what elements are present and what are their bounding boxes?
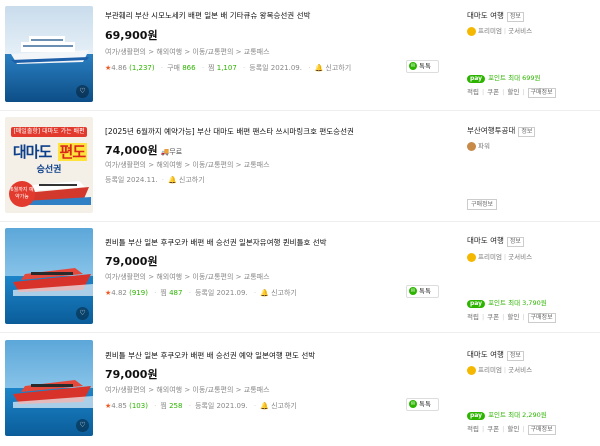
talk-button[interactable]: ✉ 톡톡 <box>406 285 439 298</box>
seller-info-button[interactable]: 정보 <box>506 237 524 247</box>
npay-point: pay 포인트 최대 2,290원 <box>467 409 547 420</box>
npay-point: pay 포인트 최대 699원 <box>467 72 541 83</box>
product-row: ♡ 부관훼리 부산 시모노세키 배편 일본 배 기타큐슈 왕복승선권 선박 69… <box>0 0 600 111</box>
seller-grade: 프리미엄 | 굿서비스 <box>467 364 532 375</box>
heart-icon[interactable]: ♡ <box>76 419 89 432</box>
seller-grade: 파워 <box>467 140 490 151</box>
product-thumbnail[interactable]: [매일출항] 대마도 가는 배편 대마도 편도 승선권 6월까지 예약가능 <box>5 117 93 213</box>
product-row: [매일출항] 대마도 가는 배편 대마도 편도 승선권 6월까지 예약가능 [2… <box>0 111 600 222</box>
ferry-image <box>13 380 93 408</box>
product-title[interactable]: 퀸비틀 부산 일본 후쿠오카 배편 배 승선권 예약 일본여행 편도 선박 <box>105 350 315 361</box>
product-meta: ★4.85 (103) · 찜 258 · 등록일 2021.09. · 🔔 신고하기 <box>105 402 297 410</box>
seller-grade: 프리미엄 | 굿서비스 <box>467 25 532 36</box>
benefit-links[interactable]: 적립 | 쿠폰 | 할인 | 구매정보 <box>467 423 556 435</box>
category-path: 여가/생활편의 > 해외여행 > 이동/교통편의 > 교통패스 <box>105 48 270 56</box>
product-row: ♡ 퀸비틀 부산 일본 후쿠오카 배편 배 승선권 일본자유여행 퀸비틀호 선박… <box>0 222 600 333</box>
product-price: 79,000원 <box>105 255 158 268</box>
product-title[interactable]: 퀸비틀 부산 일본 후쿠오카 배편 배 승선권 일본자유여행 퀸비틀호 선박 <box>105 237 327 248</box>
product-meta: 등록일 2024.11. · 🔔 신고하기 <box>105 176 205 184</box>
product-meta: ★4.82 (919) · 찜 487 · 등록일 2021.09. · 🔔 신고하기 <box>105 289 297 297</box>
product-title[interactable]: [2025년 6월까지 예약가능] 부산 대마도 배편 팬스타 쓰시마링크호 편… <box>105 126 354 137</box>
chat-icon: ✉ <box>409 287 417 295</box>
review-count: (103) <box>129 402 148 410</box>
product-row: ♡ 퀸비틀 부산 일본 후쿠오카 배편 배 승선권 예약 일본여행 편도 선박 … <box>0 334 600 445</box>
medal-icon <box>467 252 476 262</box>
heart-icon[interactable]: ♡ <box>76 85 89 98</box>
product-thumbnail[interactable]: ♡ <box>5 228 93 324</box>
report-link[interactable]: 🔔 신고하기 <box>260 289 297 297</box>
promo-title: 대마도 편도 <box>12 143 88 161</box>
seller-info-button[interactable]: 정보 <box>506 351 524 361</box>
product-thumbnail[interactable]: ♡ <box>5 340 93 436</box>
chat-icon: ✉ <box>409 400 417 408</box>
product-title[interactable]: 부관훼리 부산 시모노세키 배편 일본 배 기타큐슈 왕복승선권 선박 <box>105 10 310 21</box>
ferry-image <box>13 268 93 296</box>
seller-grade: 프리미엄 | 굿서비스 <box>467 251 532 262</box>
seller-name[interactable]: 부산여행투공대 정보 <box>467 125 536 137</box>
medal-icon <box>467 141 476 151</box>
category-path: 여가/생활편의 > 해외여행 > 이동/교통편의 > 교통패스 <box>105 386 270 394</box>
review-count: (1,237) <box>129 64 155 72</box>
report-link[interactable]: 🔔 신고하기 <box>260 402 297 410</box>
promo-stamp: 6월까지 예약가능 <box>9 181 35 207</box>
report-link[interactable]: 🔔 신고하기 <box>314 64 351 72</box>
seller-name[interactable]: 대마도 여행 정보 <box>467 349 524 361</box>
ferry-image <box>11 36 89 64</box>
benefit-links[interactable]: 적립 | 쿠폰 | 할인 | 구매정보 <box>467 86 556 98</box>
medal-icon <box>467 365 476 375</box>
npay-point: pay 포인트 최대 3,790원 <box>467 297 547 308</box>
talk-button[interactable]: ✉ 톡톡 <box>406 60 439 73</box>
benefit-links[interactable]: 적립 | 쿠폰 | 할인 | 구매정보 <box>467 311 556 323</box>
talk-button[interactable]: ✉ 톡톡 <box>406 398 439 411</box>
seller-info-button[interactable]: 정보 <box>506 12 524 22</box>
ferry-image <box>25 181 91 205</box>
chat-icon: ✉ <box>409 62 417 70</box>
product-price: 74,000원 🚚무료 <box>105 144 183 157</box>
category-path: 여가/생활편의 > 해외여행 > 이동/교통편의 > 교통패스 <box>105 161 270 169</box>
review-count: (919) <box>129 289 148 297</box>
report-link[interactable]: 🔔 신고하기 <box>168 176 205 184</box>
product-price: 79,000원 <box>105 368 158 381</box>
category-path: 여가/생활편의 > 해외여행 > 이동/교통편의 > 교통패스 <box>105 273 270 281</box>
product-price: 69,900원 <box>105 29 158 42</box>
heart-icon[interactable]: ♡ <box>76 307 89 320</box>
product-thumbnail[interactable]: ♡ <box>5 6 93 102</box>
seller-name[interactable]: 대마도 여행 정보 <box>467 235 524 247</box>
promo-badge: [매일출항] 대마도 가는 배편 <box>11 127 87 137</box>
promo-subtitle: 승선권 <box>36 165 62 175</box>
seller-info-button[interactable]: 정보 <box>518 127 536 137</box>
truck-icon: 🚚 <box>160 148 170 156</box>
medal-icon <box>467 26 476 36</box>
buy-info-button[interactable]: 구매정보 <box>467 199 498 210</box>
seller-name[interactable]: 대마도 여행 정보 <box>467 10 524 22</box>
product-meta: ★4.86 (1,237) · 구매 866 · 찜 1,107 · 등록일 2021… <box>105 64 352 72</box>
